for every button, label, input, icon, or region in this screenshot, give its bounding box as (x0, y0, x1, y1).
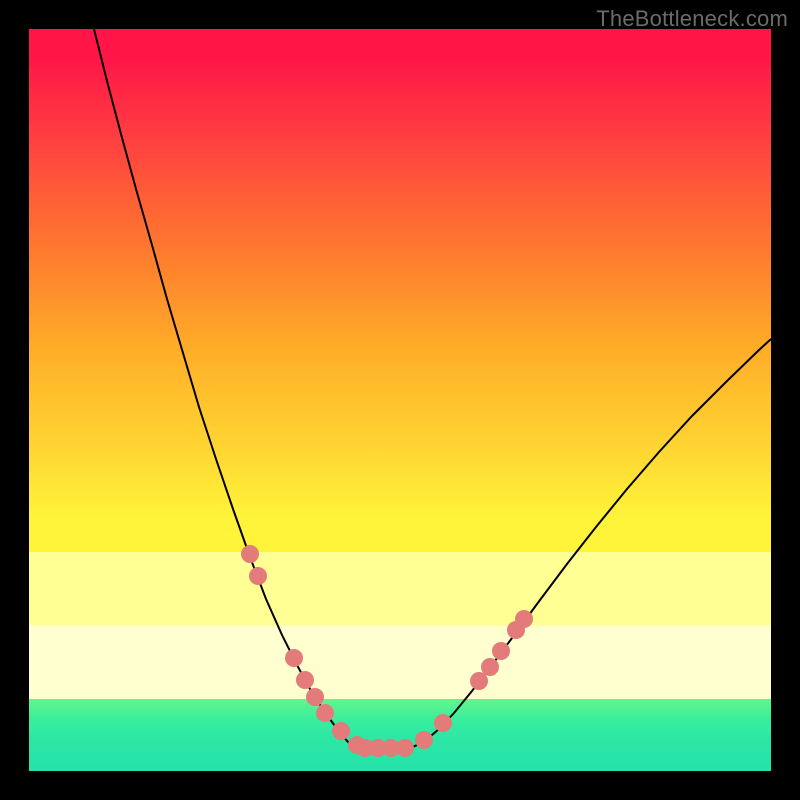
marker-dot (306, 688, 324, 706)
marker-dot (316, 704, 334, 722)
marker-dot (296, 671, 314, 689)
marker-dot (396, 739, 414, 757)
marker-dot (332, 722, 350, 740)
marker-dot (241, 545, 259, 563)
marker-dot (470, 672, 488, 690)
curve-group (94, 29, 771, 748)
marker-dot (285, 649, 303, 667)
marker-group (241, 545, 533, 757)
marker-dot (249, 567, 267, 585)
marker-dot (434, 714, 452, 732)
left-curve-path (94, 29, 365, 748)
marker-dot (515, 610, 533, 628)
chart-svg (29, 29, 771, 771)
marker-dot (481, 658, 499, 676)
app-frame: TheBottleneck.com (0, 0, 800, 800)
right-curve-path (405, 339, 771, 748)
marker-dot (415, 731, 433, 749)
watermark-text: TheBottleneck.com (596, 6, 788, 32)
marker-dot (492, 642, 510, 660)
